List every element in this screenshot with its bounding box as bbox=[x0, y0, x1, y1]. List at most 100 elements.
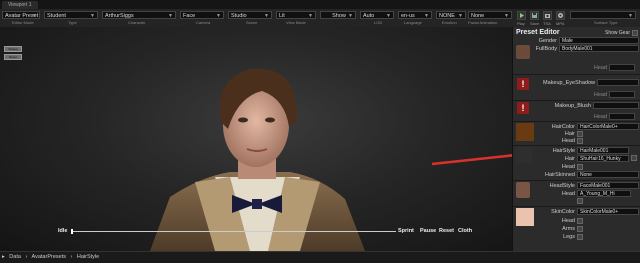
cloth-label[interactable]: Cloth bbox=[458, 228, 472, 234]
skin-color-swatch bbox=[516, 208, 534, 226]
head-slot-icon[interactable] bbox=[577, 218, 583, 224]
emotion-dropdown[interactable]: NONE ▼ bbox=[436, 11, 466, 19]
divider bbox=[513, 74, 640, 75]
tsa-label: TSA bbox=[543, 21, 551, 26]
dropdown-value: ArthurSiggs bbox=[105, 13, 134, 19]
dropdown-value: NONE bbox=[439, 13, 455, 19]
head-field[interactable] bbox=[609, 64, 635, 71]
type-dropdown[interactable]: Student ▼ bbox=[44, 11, 98, 19]
lod-dropdown[interactable]: Auto ▼ bbox=[360, 11, 394, 19]
toolbar: Avatar Preset ▼ Editor Mode Student ▼ Type… bbox=[0, 9, 640, 28]
view-mode-caption: View Mode bbox=[286, 20, 306, 25]
sprint-label[interactable]: Sprint bbox=[398, 228, 414, 234]
hair-style-dropdown[interactable]: HairMale001 bbox=[577, 147, 629, 154]
makeup-blush-label: Makeup_Blush bbox=[554, 103, 591, 109]
head-slot-icon[interactable] bbox=[577, 138, 583, 144]
dropdown-value: en-us bbox=[401, 13, 415, 19]
surface-type-dropdown[interactable]: ▼ bbox=[570, 11, 636, 19]
animation-scrubber[interactable]: Idle Sprint Pause Reset Cloth bbox=[58, 228, 488, 235]
hair-color-dropdown[interactable]: HairColorMale0+ bbox=[577, 123, 639, 130]
head-field[interactable] bbox=[609, 91, 635, 98]
editor-mode-dropdown[interactable]: Avatar Preset ▼ bbox=[2, 11, 40, 19]
head-asset-field[interactable]: A_Young_M_Hi bbox=[577, 190, 631, 197]
head-style-dropdown[interactable]: FaceMale001 bbox=[577, 182, 639, 189]
head-label: Head bbox=[561, 138, 575, 144]
dropdown-value: Face bbox=[183, 13, 196, 19]
mpa-label: MPA bbox=[556, 21, 565, 26]
emotion-caption: Emotion bbox=[442, 20, 457, 25]
gender-dropdown[interactable]: Male bbox=[559, 37, 639, 44]
skin-color-dropdown[interactable]: SkinColorMale0+ bbox=[577, 208, 639, 215]
dropdown-value: Lit bbox=[279, 13, 285, 19]
head-label: Head bbox=[593, 114, 607, 120]
divider bbox=[513, 180, 640, 181]
camera-dropdown[interactable]: Face ▼ bbox=[180, 11, 224, 19]
breadcrumb-avatarpresets[interactable]: AvatarPresets bbox=[32, 254, 66, 260]
character-render bbox=[150, 68, 365, 251]
dropdown-value: Auto bbox=[363, 13, 375, 19]
save-label: Save bbox=[530, 21, 540, 26]
dropdown-value: Student bbox=[47, 13, 66, 19]
gear-icon[interactable] bbox=[556, 11, 565, 20]
dropdown-value: None bbox=[471, 13, 485, 19]
head-style-label: HeadStyle bbox=[549, 183, 575, 189]
viewport-tab[interactable]: Viewport 1 bbox=[2, 1, 38, 9]
panel-title: Preset Editor bbox=[516, 29, 560, 36]
camera-icon[interactable] bbox=[543, 11, 552, 20]
dropdown-value: Show bbox=[332, 13, 346, 19]
chevron-right-icon: › bbox=[70, 254, 73, 260]
pause-label[interactable]: Pause bbox=[420, 228, 436, 234]
divider bbox=[513, 100, 640, 101]
arms-label: Arms bbox=[562, 226, 575, 232]
breadcrumb: ▸ Data › AvatarPresets › HairStyle bbox=[0, 251, 640, 263]
hair-skinned-dropdown[interactable]: None bbox=[577, 171, 639, 178]
makeup-blush-dropdown[interactable] bbox=[593, 102, 639, 109]
show-dropdown[interactable]: Show ▼ bbox=[320, 11, 356, 19]
hairstyle-thumbnail bbox=[516, 147, 532, 163]
chevron-right-icon: ▸ bbox=[2, 254, 5, 260]
language-caption: Language bbox=[404, 20, 422, 25]
language-dropdown[interactable]: en-us ▼ bbox=[398, 11, 432, 19]
legs-label: Legs bbox=[563, 234, 575, 240]
fullbody-dropdown[interactable]: BodyMale001 bbox=[559, 45, 639, 52]
hair-slot-icon[interactable] bbox=[577, 131, 583, 137]
head-label: Head bbox=[561, 164, 575, 170]
character-dropdown[interactable]: ArthurSiggs ▼ bbox=[102, 11, 176, 19]
head-slot-icon[interactable] bbox=[577, 198, 583, 204]
hair-asset-field[interactable]: ShuHair16_Hunky bbox=[577, 155, 629, 162]
scrubber-handle[interactable] bbox=[71, 229, 73, 234]
show-gear-label: Show Gear bbox=[605, 30, 631, 36]
gender-label: Gender bbox=[538, 38, 557, 44]
camera-caption: Camera bbox=[196, 20, 211, 25]
legs-slot-icon[interactable] bbox=[577, 234, 583, 240]
reset-label[interactable]: Reset bbox=[439, 228, 454, 234]
breadcrumb-hairstyle[interactable]: HairStyle bbox=[77, 254, 99, 260]
idle-label: Idle bbox=[58, 228, 68, 234]
breadcrumb-data[interactable]: Data bbox=[9, 254, 21, 260]
facial-animation-dropdown[interactable]: None ▼ bbox=[468, 11, 512, 19]
warning-icon: ! bbox=[517, 78, 529, 90]
lod-caption: LOD bbox=[374, 20, 383, 25]
head-label: Head bbox=[593, 65, 607, 71]
scrubber-track[interactable] bbox=[71, 231, 396, 232]
view-mode-dropdown[interactable]: Lit ▼ bbox=[276, 11, 316, 19]
save-icon[interactable] bbox=[530, 11, 539, 20]
browse-icon[interactable] bbox=[631, 155, 637, 161]
viewport[interactable]: Sweep Reset Idle Sprint Pause Reset Clot… bbox=[0, 27, 512, 251]
divider bbox=[513, 121, 640, 122]
makeup-eyeshadow-dropdown[interactable] bbox=[597, 79, 639, 86]
surface-type-caption: Surface Type bbox=[594, 20, 618, 25]
play-icon[interactable] bbox=[517, 11, 526, 20]
head-field[interactable] bbox=[609, 113, 635, 120]
show-gear-checkbox[interactable] bbox=[632, 30, 638, 36]
arms-slot-icon[interactable] bbox=[577, 226, 583, 232]
head-label: Head bbox=[593, 92, 607, 98]
hair-label: Hair bbox=[564, 156, 575, 162]
chevron-right-icon: › bbox=[25, 254, 28, 260]
head-slot-icon[interactable] bbox=[577, 164, 583, 170]
divider bbox=[513, 206, 640, 207]
warning-icon: ! bbox=[517, 102, 529, 114]
dropdown-value: Studio bbox=[231, 13, 247, 19]
divider bbox=[513, 145, 640, 146]
scene-dropdown[interactable]: Studio ▼ bbox=[228, 11, 272, 19]
